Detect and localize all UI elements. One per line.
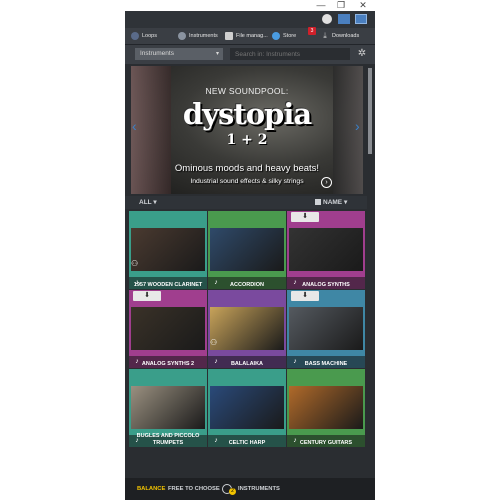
header-bar [125,11,375,28]
banner-logo-suffix: 1 + 2 [226,132,268,148]
instrument-tile[interactable]: ♪ ANALOG SYNTHS 2 ⬇ [129,290,207,368]
banner-kicker: NEW SOUNDPOOL: [205,86,289,96]
tab-instruments[interactable]: Instruments [178,28,218,44]
instrument-screenshot [289,228,363,271]
close-icon[interactable]: ✕ [355,0,371,11]
instrument-screenshot [131,386,205,429]
store-badge: 3 [308,27,316,35]
bottom-bar: BALANCE FREE TO CHOOSE 2 INSTRUMENTS [125,478,375,500]
instrument-name: BALALAIKA [230,360,264,367]
tab-bar: Loops Instruments File manag... Store 3 … [125,27,375,45]
layout-split-icon[interactable] [355,14,367,24]
instruments-count-badge: 2 [229,488,236,495]
category-select[interactable]: Instruments ▾ [135,48,223,60]
download-icon[interactable]: ⬇ [291,291,319,301]
window-titlebar: — ❐ ✕ [125,0,375,11]
tab-downloads[interactable]: ⤓ Downloads [321,28,359,44]
chevron-right-circle-icon[interactable]: › [321,177,332,188]
minimize-icon[interactable]: — [313,0,329,11]
layout-single-icon[interactable] [338,14,350,24]
instrument-tile[interactable]: ♪ BASS MACHINE ⬇ [287,290,365,368]
instrument-tile[interactable]: ♪ BALALAIKA ⚇ [208,290,286,368]
instrument-name: 1957 WOODEN CLARINET [133,281,203,288]
store-icon [272,31,280,40]
instrument-screenshot [289,307,363,350]
share-icon[interactable]: ⚇ [210,338,220,348]
instrument-tile[interactable]: ♪ CENTURY GUITARS [287,369,365,447]
instrument-name: BASS MACHINE [304,360,348,367]
sort-icon [315,199,321,205]
loops-icon [131,31,139,40]
instrument-tile[interactable]: ♪ BUGLES AND PICCOLO TRUMPETS [129,369,207,447]
scrollbar-thumb[interactable] [368,68,372,154]
instrument-name: ANALOG SYNTHS 2 [141,360,195,367]
download-icon: ⤓ [323,30,327,40]
instrument-screenshot [210,386,284,429]
instrument-screenshot [210,228,284,271]
app-window: — ❐ ✕ Loops Instruments File manag... St… [125,0,375,500]
restore-icon[interactable]: ❐ [333,0,349,11]
promo-banner[interactable]: NEW SOUNDPOOL: dystopia 1 + 2 Ominous mo… [131,66,363,194]
instrument-screenshot [131,228,205,271]
tab-loops[interactable]: Loops [131,28,157,44]
banner-logo: dystopia [182,97,312,131]
instrument-screenshot [210,307,284,350]
tab-file-manager[interactable]: File manag... [225,28,268,44]
instrument-tile[interactable]: ♪ ACCORDION [208,211,286,289]
balance-label[interactable]: BALANCE [137,478,165,500]
banner-tagline: Ominous moods and heavy beats! [174,163,320,174]
instrument-name: ANALOG SYNTHS [302,281,350,288]
tab-store[interactable]: Store 3 [272,27,316,44]
free-to-choose-label[interactable]: FREE TO CHOOSE [168,478,220,500]
search-input[interactable] [230,48,350,60]
search-row: Instruments ▾ ✲ [125,45,375,64]
download-icon[interactable]: ⬇ [133,291,161,301]
instrument-screenshot [289,386,363,429]
instrument-screenshot [131,307,205,350]
instrument-tile[interactable]: ♪ 1957 WOODEN CLARINET ⚇ [129,211,207,289]
instrument-tile[interactable]: ♪ CELTIC HARP [208,369,286,447]
banner-next-icon[interactable]: › [355,118,360,134]
folder-icon [225,31,233,40]
instruments-icon [178,31,186,40]
filter-all-dropdown[interactable]: ALL ▾ [139,196,157,209]
user-icon[interactable] [322,14,332,24]
share-icon[interactable]: ⚇ [131,259,141,269]
instruments-counter-label[interactable]: INSTRUMENTS [238,478,280,500]
instrument-tile[interactable]: ♪ ANALOG SYNTHS ⬇ [287,211,365,289]
banner-prev-icon[interactable]: ‹ [132,118,137,134]
sort-name-dropdown[interactable]: NAME ▾ [323,196,347,209]
gear-icon[interactable]: ✲ [356,48,368,60]
download-icon[interactable]: ⬇ [291,212,319,222]
filter-row: ALL ▾ NAME ▾ [125,196,367,209]
instrument-name: CENTURY GUITARS [299,439,353,446]
instrument-name: CELTIC HARP [228,439,266,446]
chevron-down-icon: ▾ [215,51,219,57]
instrument-name: BUGLES AND PICCOLO TRUMPETS [136,433,200,446]
instrument-name: ACCORDION [230,281,264,288]
